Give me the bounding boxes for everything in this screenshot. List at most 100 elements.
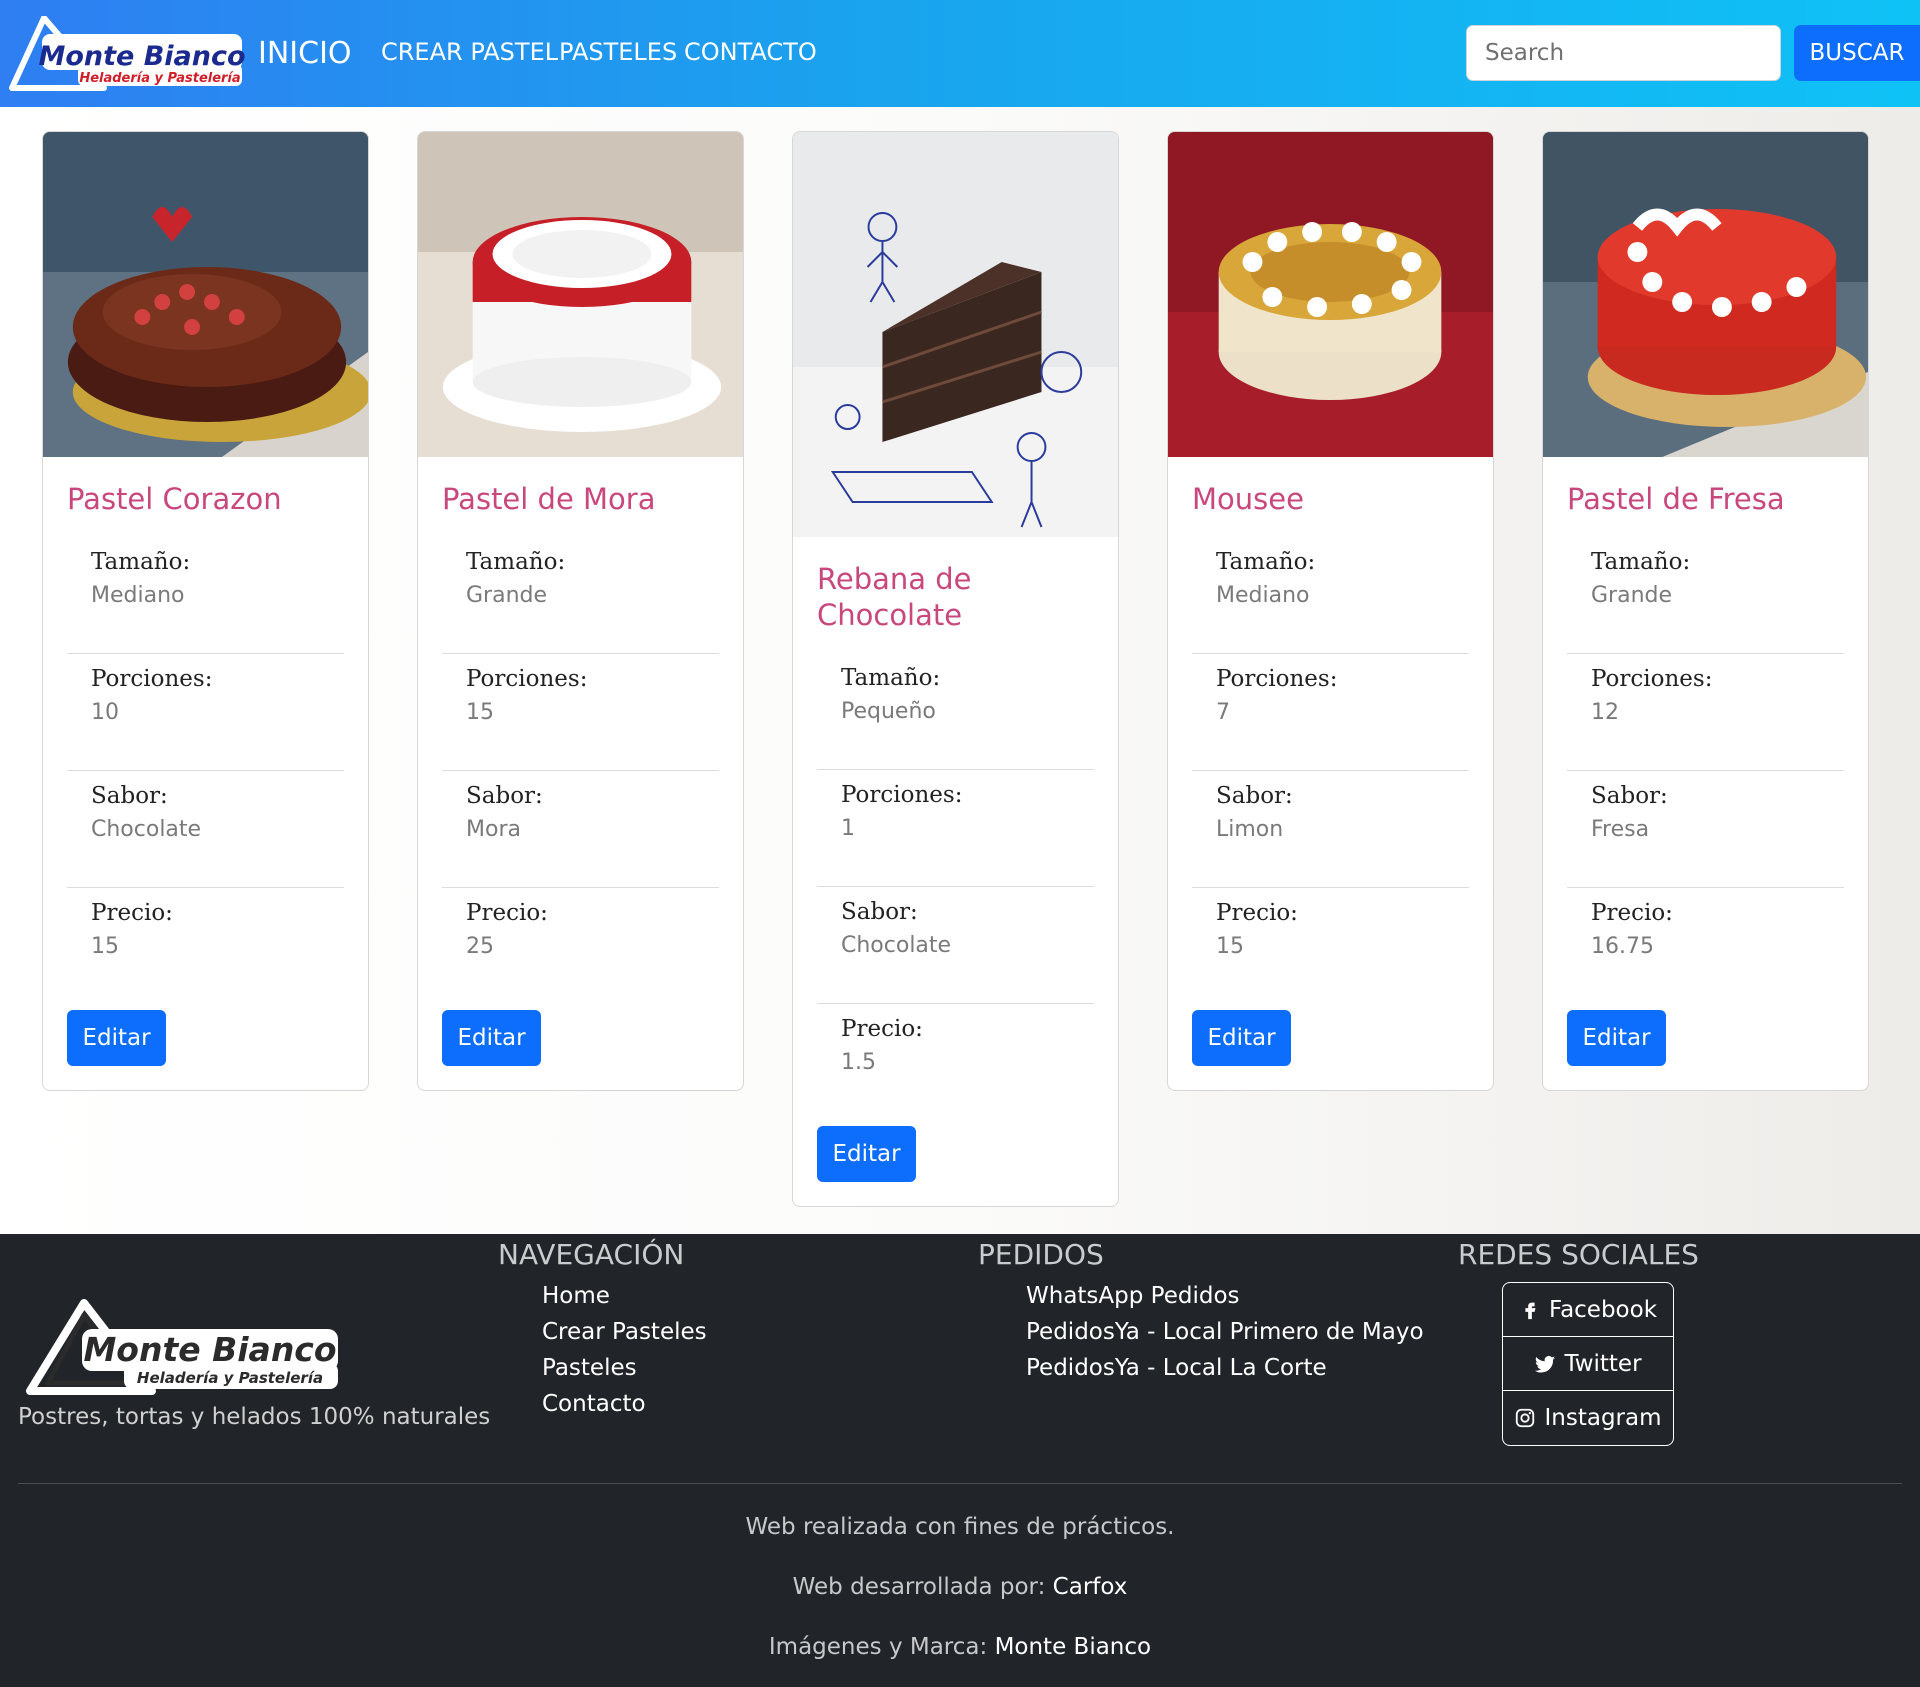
spec-portions: Porciones: 7 — [1192, 654, 1469, 771]
spec-value: Limon — [1216, 817, 1284, 842]
spec-portions: Porciones: 10 — [67, 654, 344, 771]
social-button-group: Facebook Twitter Instagram — [1502, 1282, 1674, 1446]
search-input[interactable] — [1466, 25, 1781, 81]
spec-value: Pequeño — [841, 699, 936, 724]
cake-image — [418, 132, 743, 457]
footer-img-name[interactable]: Monte Bianco — [995, 1634, 1152, 1660]
instagram-button[interactable]: Instagram — [1503, 1391, 1673, 1445]
footer-link-home[interactable]: Home — [542, 1278, 707, 1314]
spec-size: Tamaño: Grande — [1567, 537, 1844, 654]
cake-card: Pastel de Fresa Tamaño: Grande Porciones… — [1542, 131, 1869, 1091]
footer-divider — [18, 1483, 1902, 1484]
spec-value: Mediano — [91, 583, 185, 608]
spec-label: Sabor: — [841, 899, 918, 925]
footer-heading-pedidos: PEDIDOS — [978, 1238, 1104, 1271]
cake-image — [43, 132, 368, 457]
footer-tagline: Postres, tortas y helados 100% naturales — [18, 1404, 491, 1430]
spec-label: Precio: — [466, 900, 548, 926]
footer-note: Web realizada con fines de prácticos. — [745, 1514, 1175, 1540]
cake-image — [793, 132, 1118, 537]
brand-logo[interactable]: Monte Bianco Heladería y Pastelería — [8, 15, 248, 92]
spec-label: Precio: — [841, 1016, 923, 1042]
spec-label: Precio: — [1591, 900, 1673, 926]
footer-orders-list: WhatsApp Pedidos PedidosYa - Local Prime… — [1026, 1278, 1424, 1386]
cake-grid: Pastel Corazon Tamaño: Mediano Porciones… — [0, 107, 1920, 1234]
spec-value: Mediano — [1216, 583, 1310, 608]
footer-logo: Monte Bianco Heladería y Pastelería — [24, 1299, 344, 1399]
cake-title: Pastel Corazon — [67, 482, 282, 516]
footer-credit-images: Imágenes y Marca: Monte Bianco — [0, 1634, 1920, 1660]
spec-flavor: Sabor: Chocolate — [67, 771, 344, 888]
footer-link-contacto[interactable]: Contacto — [542, 1386, 707, 1422]
footer-link-crear[interactable]: Crear Pasteles — [542, 1314, 707, 1350]
footer-link-pasteles[interactable]: Pasteles — [542, 1350, 707, 1386]
spec-flavor: Sabor: Limon — [1192, 771, 1469, 888]
cake-title: Mousee — [1192, 482, 1304, 516]
spec-value: 1 — [841, 816, 855, 841]
spec-size: Tamaño: Grande — [442, 537, 719, 654]
spec-label: Tamaño: — [1591, 549, 1691, 575]
spec-label: Sabor: — [466, 783, 543, 809]
spec-price: Precio: 25 — [442, 888, 719, 990]
nav-crear-pastel[interactable]: CREAR PASTEL — [381, 38, 558, 66]
spec-value: Mora — [466, 817, 521, 842]
spec-value: 15 — [466, 700, 494, 725]
nav-inicio[interactable]: INICIO — [258, 36, 352, 71]
footer-nav-list: Home Crear Pasteles Pasteles Contacto — [542, 1278, 707, 1422]
spec-label: Tamaño: — [91, 549, 191, 575]
edit-button[interactable]: Editar — [442, 1010, 541, 1066]
spec-value: 10 — [91, 700, 119, 725]
svg-text:Heladería y Pastelería: Heladería y Pastelería — [137, 1369, 323, 1387]
spec-label: Porciones: — [91, 666, 213, 692]
cake-image — [1543, 132, 1868, 457]
spec-label: Tamaño: — [841, 665, 941, 691]
spec-value: 12 — [1591, 700, 1619, 725]
spec-label: Tamaño: — [1216, 549, 1316, 575]
spec-label: Precio: — [1216, 900, 1298, 926]
edit-button[interactable]: Editar — [817, 1126, 916, 1182]
spec-flavor: Sabor: Fresa — [1567, 771, 1844, 888]
facebook-icon — [1525, 1302, 1536, 1319]
facebook-button[interactable]: Facebook — [1503, 1283, 1673, 1337]
svg-text:Heladería y Pastelería: Heladería y Pastelería — [79, 71, 240, 86]
svg-text:Monte Bianco: Monte Bianco — [38, 41, 245, 72]
edit-button[interactable]: Editar — [67, 1010, 166, 1066]
twitter-icon — [1535, 1355, 1556, 1373]
nav-pasteles[interactable]: PASTELES — [559, 38, 677, 66]
spec-portions: Porciones: 1 — [817, 770, 1094, 887]
site-footer: Monte Bianco Heladería y Pastelería Post… — [0, 1234, 1920, 1687]
spec-price: Precio: 15 — [1192, 888, 1469, 990]
spec-value: 7 — [1216, 700, 1230, 725]
spec-value: 16.75 — [1591, 934, 1654, 959]
search-button[interactable]: BUSCAR — [1794, 25, 1920, 81]
spec-label: Precio: — [91, 900, 173, 926]
cake-title: Rebana de Chocolate — [817, 562, 972, 632]
spec-portions: Porciones: 12 — [1567, 654, 1844, 771]
spec-label: Sabor: — [91, 783, 168, 809]
spec-price: Precio: 1.5 — [817, 1004, 1094, 1106]
nav-contacto[interactable]: CONTACTO — [684, 38, 817, 66]
spec-value: 15 — [91, 934, 119, 959]
edit-button[interactable]: Editar — [1567, 1010, 1666, 1066]
footer-dev-name[interactable]: Carfox — [1053, 1574, 1128, 1600]
spec-value: Chocolate — [841, 933, 952, 958]
edit-button[interactable]: Editar — [1192, 1010, 1291, 1066]
cake-title: Pastel de Mora — [442, 482, 656, 516]
spec-label: Sabor: — [1591, 783, 1668, 809]
spec-value: 25 — [466, 934, 494, 959]
footer-link-pedidosya-corte[interactable]: PedidosYa - Local La Corte — [1026, 1350, 1424, 1386]
spec-value: Fresa — [1591, 817, 1650, 842]
footer-heading-redes: REDES SOCIALES — [1458, 1238, 1699, 1271]
footer-credit-dev: Web desarrollada por: Carfox — [0, 1574, 1920, 1600]
twitter-label: Twitter — [1564, 1350, 1642, 1377]
spec-label: Porciones: — [466, 666, 588, 692]
twitter-button[interactable]: Twitter — [1503, 1337, 1673, 1391]
spec-price: Precio: 15 — [67, 888, 344, 990]
cake-card: Mousee Tamaño: Mediano Porciones: 7 Sabo… — [1167, 131, 1494, 1091]
footer-link-whatsapp[interactable]: WhatsApp Pedidos — [1026, 1278, 1424, 1314]
spec-label: Porciones: — [1216, 666, 1338, 692]
spec-value: 1.5 — [841, 1050, 876, 1075]
footer-link-pedidosya-primero[interactable]: PedidosYa - Local Primero de Mayo — [1026, 1314, 1424, 1350]
spec-size: Tamaño: Mediano — [1192, 537, 1469, 654]
spec-label: Porciones: — [1591, 666, 1713, 692]
